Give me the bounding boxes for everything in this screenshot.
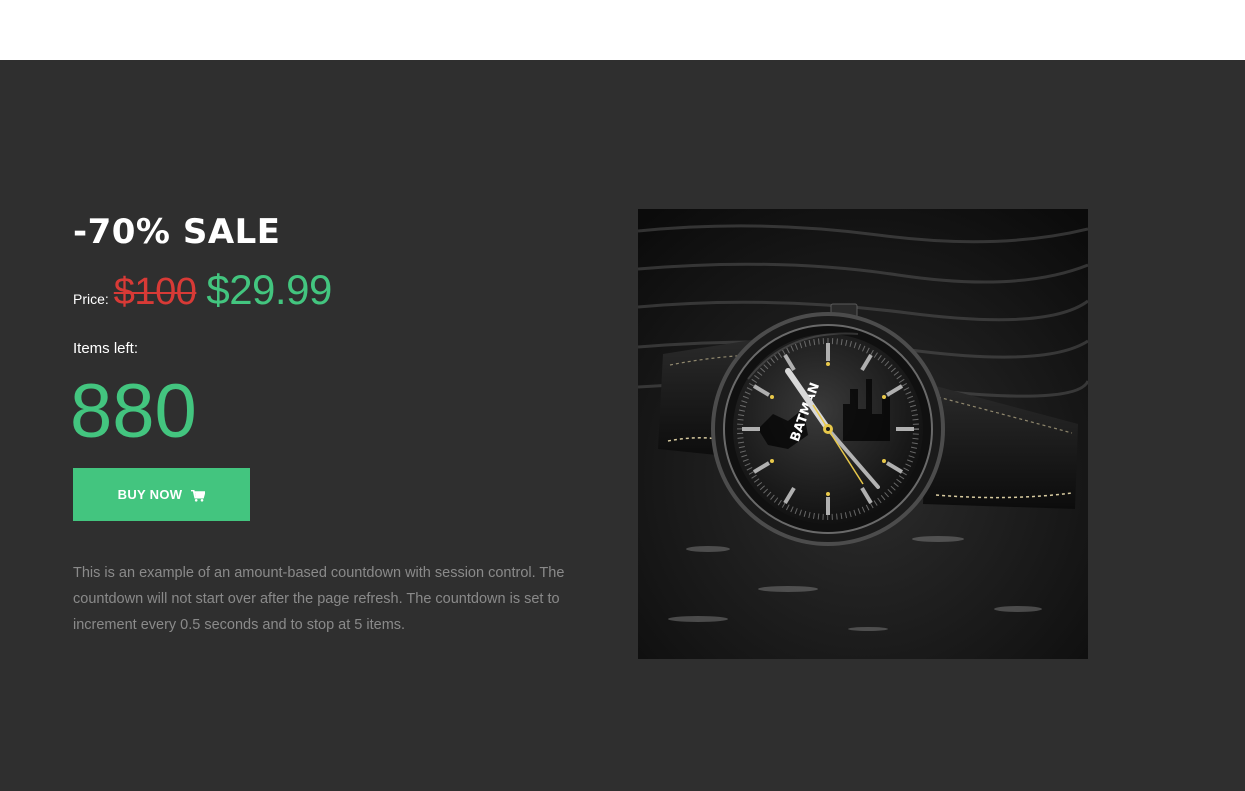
new-price: $29.99 (206, 266, 332, 313)
top-header-bar (0, 0, 1245, 60)
items-left-label: Items left: (73, 340, 139, 357)
sale-title: -70% SALE (73, 212, 281, 252)
buy-now-button[interactable]: BUY NOW (73, 468, 250, 521)
cart-icon (191, 489, 207, 502)
buy-now-label: BUY NOW (117, 487, 183, 502)
old-price: $100 (113, 271, 197, 313)
countdown-description: This is an example of an amount-based co… (73, 565, 565, 633)
price-row: Price: $100 $29.99 (73, 266, 332, 322)
price-label: Price: (73, 291, 109, 307)
items-left-counter: 880 (70, 369, 197, 454)
promo-section: -70% SALE Price: $100 $29.99 Items left:… (0, 60, 1245, 791)
product-image-watch: BATMAN (638, 209, 1088, 659)
